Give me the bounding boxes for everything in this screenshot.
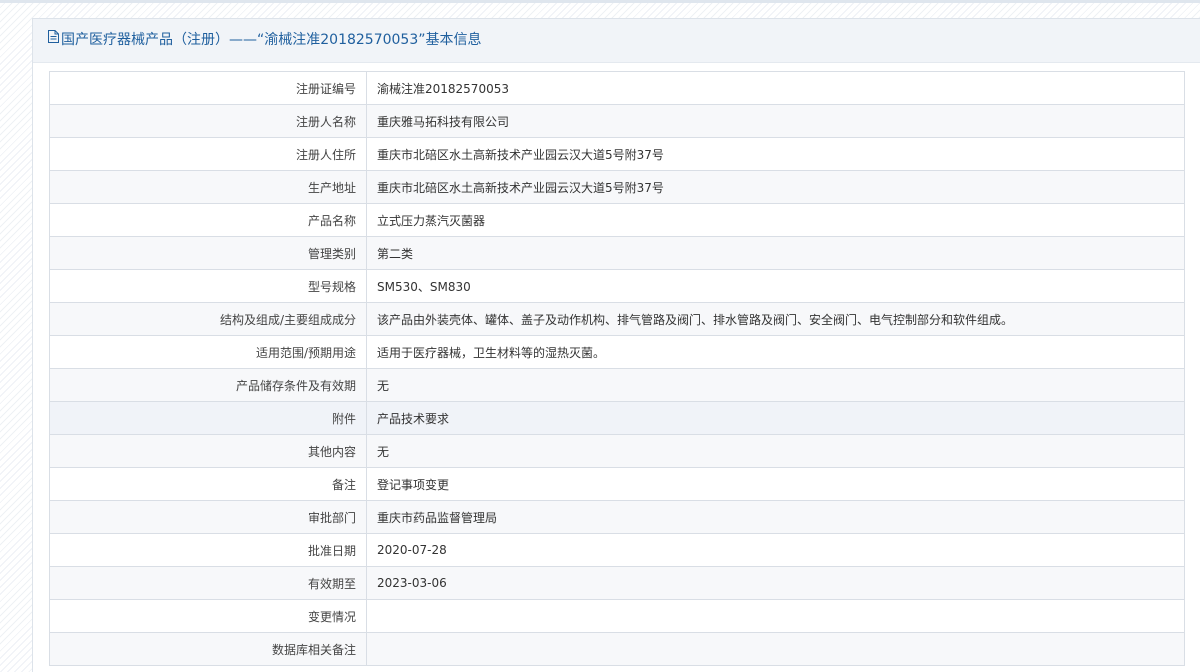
field-value: 登记事项变更 xyxy=(366,467,1185,501)
field-label: 审批部门 xyxy=(49,500,367,534)
field-value: 重庆市北碚区水土高新技术产业园云汉大道5号附37号 xyxy=(366,170,1185,204)
field-value: 重庆雅马拓科技有限公司 xyxy=(366,104,1185,138)
table-row: 管理类别 第二类 xyxy=(49,236,1185,270)
field-label: 其他内容 xyxy=(49,434,367,468)
panel-header: 国产医疗器械产品（注册）——“渝械注准20182570053”基本信息 xyxy=(33,19,1200,63)
table-row: 变更情况 xyxy=(49,599,1185,633)
field-value: 第二类 xyxy=(366,236,1185,270)
field-label: 生产地址 xyxy=(49,170,367,204)
table-row: 其他内容 无 xyxy=(49,434,1185,468)
field-label: 数据库相关备注 xyxy=(49,632,367,666)
page-title: 国产医疗器械产品（注册）——“渝械注准20182570053”基本信息 xyxy=(61,32,482,48)
table-row: 有效期至 2023-03-06 xyxy=(49,566,1185,600)
table-row: 备注 登记事项变更 xyxy=(49,467,1185,501)
table-row: 产品名称 立式压力蒸汽灭菌器 xyxy=(49,203,1185,237)
field-value: 2020-07-28 xyxy=(366,533,1185,567)
field-value: SM530、SM830 xyxy=(366,269,1185,303)
field-label: 管理类别 xyxy=(49,236,367,270)
table-row: 结构及组成/主要组成成分 该产品由外装壳体、罐体、盖子及动作机构、排气管路及阀门… xyxy=(49,302,1185,336)
field-value: 重庆市药品监督管理局 xyxy=(366,500,1185,534)
field-value xyxy=(366,599,1185,633)
detail-panel: 国产医疗器械产品（注册）——“渝械注准20182570053”基本信息 注册证编… xyxy=(32,18,1200,672)
field-label: 变更情况 xyxy=(49,599,367,633)
field-value: 适用于医疗器械，卫生材料等的湿热灭菌。 xyxy=(366,335,1185,369)
field-value: 立式压力蒸汽灭菌器 xyxy=(366,203,1185,237)
field-label: 注册证编号 xyxy=(49,71,367,105)
table-row: 生产地址 重庆市北碚区水土高新技术产业园云汉大道5号附37号 xyxy=(49,170,1185,204)
table-row: 审批部门 重庆市药品监督管理局 xyxy=(49,500,1185,534)
field-label: 适用范围/预期用途 xyxy=(49,335,367,369)
field-label: 备注 xyxy=(49,467,367,501)
document-icon xyxy=(48,18,59,61)
table-row: 数据库相关备注 xyxy=(49,632,1185,666)
field-value: 重庆市北碚区水土高新技术产业园云汉大道5号附37号 xyxy=(366,137,1185,171)
field-label: 结构及组成/主要组成成分 xyxy=(49,302,367,336)
table-row: 注册人名称 重庆雅马拓科技有限公司 xyxy=(49,104,1185,138)
table-row: 批准日期 2020-07-28 xyxy=(49,533,1185,567)
field-label: 产品名称 xyxy=(49,203,367,237)
top-divider xyxy=(0,0,1200,3)
field-label: 附件 xyxy=(49,401,367,435)
field-label: 产品储存条件及有效期 xyxy=(49,368,367,402)
table-row: 型号规格 SM530、SM830 xyxy=(49,269,1185,303)
field-label: 注册人住所 xyxy=(49,137,367,171)
detail-table: 注册证编号 渝械注准20182570053 注册人名称 重庆雅马拓科技有限公司 … xyxy=(49,71,1185,666)
field-value: 该产品由外装壳体、罐体、盖子及动作机构、排气管路及阀门、排水管路及阀门、安全阀门… xyxy=(366,302,1185,336)
table-row: 产品储存条件及有效期 无 xyxy=(49,368,1185,402)
field-label: 批准日期 xyxy=(49,533,367,567)
field-value: 2023-03-06 xyxy=(366,566,1185,600)
field-value xyxy=(366,632,1185,666)
table-row-hovered: 附件 产品技术要求 xyxy=(49,401,1185,435)
field-label: 注册人名称 xyxy=(49,104,367,138)
table-row: 适用范围/预期用途 适用于医疗器械，卫生材料等的湿热灭菌。 xyxy=(49,335,1185,369)
field-value: 无 xyxy=(366,368,1185,402)
field-value: 产品技术要求 xyxy=(366,401,1185,435)
table-row: 注册人住所 重庆市北碚区水土高新技术产业园云汉大道5号附37号 xyxy=(49,137,1185,171)
field-value: 渝械注准20182570053 xyxy=(366,71,1185,105)
field-label: 有效期至 xyxy=(49,566,367,600)
field-label: 型号规格 xyxy=(49,269,367,303)
field-value: 无 xyxy=(366,434,1185,468)
table-row: 注册证编号 渝械注准20182570053 xyxy=(49,71,1185,105)
